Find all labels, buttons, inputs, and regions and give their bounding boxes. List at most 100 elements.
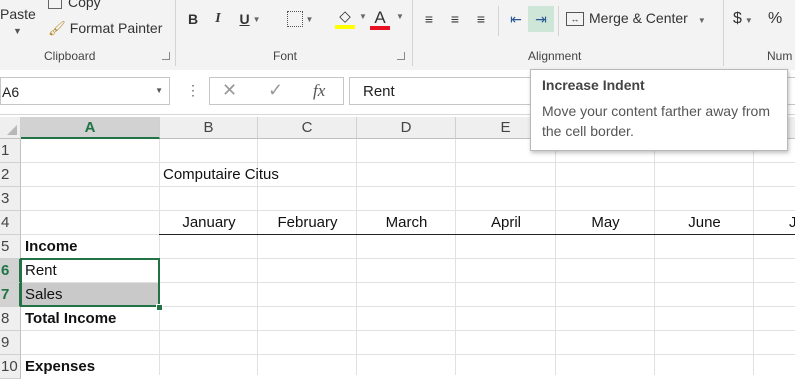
row-label: 5: [1, 238, 10, 255]
column-header-d[interactable]: D: [357, 117, 456, 139]
copy-icon: [48, 0, 62, 10]
divider: [175, 0, 176, 66]
chevron-down-icon: ▼: [697, 16, 706, 25]
cell-b4[interactable]: January: [160, 211, 258, 235]
paste-button[interactable]: Paste: [0, 6, 36, 22]
currency-button[interactable]: $ ▼: [733, 10, 753, 28]
row-header-5[interactable]: 5: [0, 235, 21, 259]
align-center-icon[interactable]: ≡: [446, 10, 464, 28]
cell-h4[interactable]: J: [789, 211, 795, 235]
borders-button[interactable]: ▼: [282, 10, 318, 28]
row-header-4[interactable]: 4: [0, 211, 21, 235]
gridline: [455, 139, 456, 375]
gridline: [21, 330, 795, 331]
cancel-icon[interactable]: ✕: [222, 80, 237, 101]
cell-c4[interactable]: February: [258, 211, 357, 235]
copy-button[interactable]: Copy: [48, 0, 101, 10]
ribbon: Paste ▼ Copy 🖌 Format Painter Clipboard B…: [0, 0, 795, 71]
gridline: [159, 139, 160, 375]
chevron-down-icon[interactable]: ▼: [155, 86, 163, 95]
decrease-indent-icon[interactable]: ⇤: [505, 10, 527, 28]
row-header-2[interactable]: 2: [0, 163, 21, 187]
gridline: [654, 139, 655, 375]
cell-d4[interactable]: March: [357, 211, 456, 235]
row-label: 1: [1, 142, 10, 159]
formula-buttons: ✕ ✓ fx: [209, 77, 344, 105]
column-header-c[interactable]: C: [258, 117, 357, 139]
select-all-icon: [7, 125, 17, 135]
paste-dropdown-icon[interactable]: ▼: [13, 26, 22, 36]
row-label: 7: [1, 286, 10, 303]
underline-button[interactable]: U ▼: [235, 10, 265, 28]
divider: [558, 6, 559, 36]
insert-function-icon[interactable]: fx: [313, 81, 325, 101]
merge-center-button[interactable]: ↔ Merge & Center ▼: [566, 10, 706, 27]
row-header-8[interactable]: 8: [0, 307, 21, 331]
fill-color-button[interactable]: ◇: [330, 6, 360, 32]
column-header-b[interactable]: B: [160, 117, 258, 139]
gridline: [753, 139, 754, 375]
cell-f4[interactable]: May: [556, 211, 655, 235]
borders-icon: [286, 11, 303, 27]
tooltip-description: Move your content farther away from the …: [542, 103, 770, 139]
row-header-6[interactable]: 6: [0, 259, 21, 283]
row-label: 2: [1, 166, 10, 183]
font-color-button[interactable]: A: [368, 6, 392, 32]
more-options-icon[interactable]: ⋮: [186, 82, 200, 99]
clipboard-launcher-icon[interactable]: [162, 52, 170, 60]
gridline: [356, 139, 357, 375]
name-box[interactable]: A6 ▼: [0, 77, 170, 105]
column-label: D: [400, 119, 412, 136]
merge-center-icon: ↔: [566, 12, 584, 27]
cell-a6[interactable]: Rent: [25, 259, 57, 283]
copy-label: Copy: [68, 0, 101, 10]
bold-button[interactable]: B: [185, 10, 201, 28]
gridline: [555, 139, 556, 375]
font-color-dropdown-icon[interactable]: ▼: [396, 12, 404, 21]
cell-a10[interactable]: Expenses: [25, 355, 95, 379]
increase-indent-icon[interactable]: ⇥: [528, 6, 554, 32]
fill-color-dropdown-icon[interactable]: ▼: [359, 12, 367, 21]
select-all-corner[interactable]: [0, 117, 21, 139]
clipboard-group-label: Clipboard: [44, 49, 96, 63]
row-label: 3: [1, 190, 10, 207]
paste-label: Paste: [0, 6, 36, 22]
align-right-icon[interactable]: ≡: [472, 10, 490, 28]
percent-button[interactable]: %: [768, 10, 782, 28]
align-left-icon[interactable]: ≡: [420, 10, 438, 28]
font-group-label: Font: [273, 49, 298, 63]
row-header-10[interactable]: 10: [0, 355, 21, 379]
font-launcher-icon[interactable]: [397, 52, 405, 60]
italic-button[interactable]: I: [210, 10, 226, 28]
chevron-down-icon: ▼: [744, 16, 753, 25]
column-label: B: [203, 119, 214, 136]
format-painter-button[interactable]: 🖌 Format Painter: [48, 20, 162, 37]
column-label: A: [84, 119, 96, 136]
italic-label: I: [215, 11, 221, 26]
row-header-3[interactable]: 3: [0, 187, 21, 211]
column-header-a[interactable]: A: [21, 117, 160, 139]
enter-icon[interactable]: ✓: [268, 80, 283, 101]
spreadsheet-grid: A B C D E F G 1 2 3 4 5 6 7 8 9 10 Compu…: [0, 117, 795, 379]
increase-indent-tooltip: Increase Indent Move your content farthe…: [530, 69, 788, 151]
cell-a5[interactable]: Income: [25, 235, 78, 259]
font-color-swatch: [370, 25, 390, 30]
row-header-1[interactable]: 1: [0, 139, 21, 163]
cell-g4[interactable]: June: [655, 211, 754, 235]
cell-b2[interactable]: Computaire Citus: [163, 163, 279, 187]
cell-a7[interactable]: Sales: [25, 283, 63, 307]
row-label: 4: [1, 214, 10, 231]
row-header-9[interactable]: 9: [0, 331, 21, 355]
row-label: 8: [1, 310, 10, 327]
row-label: 10: [1, 358, 18, 375]
currency-label: $: [733, 10, 742, 27]
cell-e4[interactable]: April: [456, 211, 556, 235]
alignment-group-label: Alignment: [528, 49, 582, 63]
cell-a8[interactable]: Total Income: [25, 307, 116, 331]
tooltip-title: Increase Indent: [542, 77, 645, 93]
gridline: [21, 354, 795, 355]
fill-handle[interactable]: [156, 304, 163, 311]
row-header-7[interactable]: 7: [0, 283, 21, 307]
fill-color-icon: ◇: [339, 8, 351, 25]
gridline: [21, 186, 795, 187]
